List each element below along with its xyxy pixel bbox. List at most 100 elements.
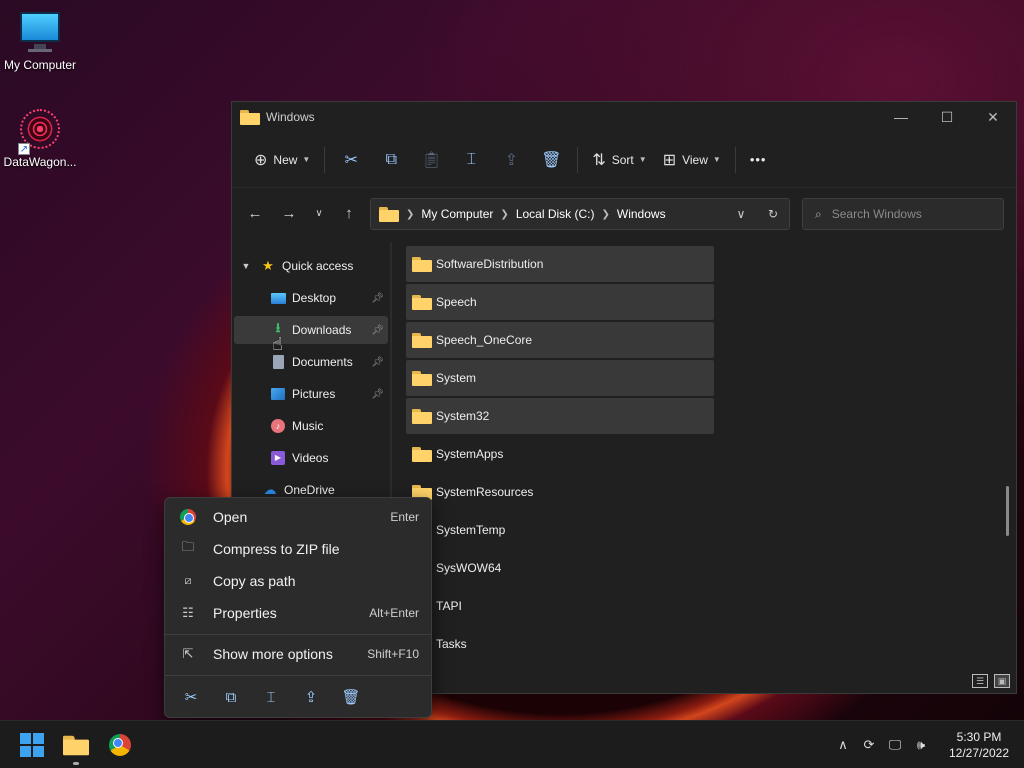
taskbar-file-explorer[interactable] — [60, 729, 92, 761]
details-view-button[interactable]: ☰ — [972, 674, 988, 688]
file-row[interactable]: Tasks — [406, 626, 714, 662]
plus-circle-icon: ⊕ — [254, 151, 268, 169]
menu-item-shortcut: Shift+F10 — [367, 647, 419, 661]
breadcrumb-windows[interactable]: Windows — [617, 207, 666, 221]
context-menu-compress-zip[interactable]: 🗀︎ Compress to ZIP file — [171, 534, 427, 564]
close-button[interactable]: ✕ — [970, 102, 1016, 132]
pin-icon: 📌︎ — [371, 356, 384, 368]
command-bar: ⊕ New ▼ ✂ ⧉ 📋︎ ⌶ ⇪ 🗑︎ ⇅ Sort ▼ ⊞ View ▼ … — [232, 132, 1016, 188]
folder-icon — [412, 446, 432, 462]
cut-button[interactable]: ✂ — [331, 144, 371, 176]
desktop-icon-datawagon[interactable]: ↗ DataWagon... — [0, 107, 80, 169]
file-row[interactable]: Speech_OneCore — [406, 322, 714, 358]
context-rename-button[interactable]: ⌶ — [251, 682, 291, 712]
maximize-button[interactable]: ☐ — [924, 102, 970, 132]
up-button[interactable]: ↑ — [332, 198, 366, 228]
minimize-button[interactable]: — — [878, 102, 924, 132]
sidebar-item-music[interactable]: ♪ Music — [234, 412, 388, 440]
title-bar[interactable]: Windows — ☐ ✕ — [232, 102, 1016, 132]
file-row[interactable]: System32 — [406, 398, 714, 434]
context-menu-copy-path[interactable]: ⧄ Copy as path — [171, 566, 427, 596]
breadcrumb-my-computer[interactable]: My Computer — [421, 207, 493, 221]
chevron-up-icon: ∧ — [838, 737, 848, 752]
clock-date: 12/27/2022 — [948, 746, 1010, 760]
tiles-view-button[interactable]: ▣ — [994, 674, 1010, 688]
file-name: SysWOW64 — [436, 561, 502, 575]
desktop-icon-my-computer[interactable]: My Computer — [0, 10, 80, 72]
menu-item-label: Properties — [213, 605, 277, 621]
share-button[interactable]: ⇪ — [491, 144, 531, 176]
view-button[interactable]: ⊞ View ▼ — [655, 144, 729, 176]
clock[interactable]: 5:30 PM 12/27/2022 — [934, 729, 1024, 761]
menu-separator — [165, 634, 431, 635]
menu-item-shortcut: Alt+Enter — [369, 606, 419, 620]
chevron-down-icon: ▼ — [302, 155, 311, 164]
context-menu-action-bar: ✂ ⧉ ⌶ ⇪ 🗑︎ — [171, 682, 371, 712]
arrow-up-icon: ↑ — [345, 204, 353, 222]
back-button[interactable]: ← — [238, 198, 272, 228]
file-row[interactable]: SystemApps — [406, 436, 714, 472]
file-row[interactable]: SystemResources — [406, 474, 714, 510]
pictures-icon — [270, 386, 286, 402]
volume-icon[interactable]: 🕪︎ — [908, 737, 934, 753]
menu-item-shortcut: Enter — [390, 510, 419, 524]
file-name: System32 — [436, 409, 490, 423]
context-cut-button[interactable]: ✂ — [171, 682, 211, 712]
paste-button[interactable]: 📋︎ — [411, 144, 451, 176]
file-row[interactable]: System — [406, 360, 714, 396]
file-row[interactable]: SysWOW64 — [406, 550, 714, 586]
file-name: SoftwareDistribution — [436, 257, 544, 271]
file-list-scrollbar-thumb[interactable] — [1006, 486, 1009, 536]
address-dropdown-button[interactable]: ∨ — [725, 207, 757, 221]
context-menu-properties[interactable]: ☷ Properties Alt+Enter — [171, 598, 427, 628]
datawagon-shortcut-icon: ↗ — [18, 107, 62, 155]
breadcrumb-local-disk[interactable]: Local Disk (C:) — [516, 207, 595, 221]
window-title: Windows — [266, 110, 315, 124]
sidebar-item-quick-access[interactable]: ▼ ★ Quick access — [238, 252, 392, 280]
file-explorer-icon — [63, 735, 89, 755]
recent-locations-button[interactable]: ∨ — [306, 198, 332, 228]
sidebar-item-desktop[interactable]: Desktop 📌︎ — [234, 284, 388, 312]
folder-icon — [412, 332, 432, 348]
start-button[interactable] — [16, 729, 48, 761]
new-label: New — [273, 152, 298, 167]
sort-button[interactable]: ⇅ Sort ▼ — [584, 144, 654, 176]
sort-label: Sort — [611, 152, 634, 167]
share-icon: ⇪ — [304, 689, 318, 706]
details-view-icon: ☰ — [975, 676, 985, 686]
show-hidden-icons-button[interactable]: ∧ — [830, 737, 856, 753]
file-row[interactable]: TAPI — [406, 588, 714, 624]
sidebar-item-videos[interactable]: ▶ Videos — [234, 444, 388, 472]
address-bar[interactable]: ❯ My Computer ❯ Local Disk (C:) ❯ Window… — [370, 198, 790, 230]
sync-status-icon[interactable]: ⟳ — [856, 737, 882, 753]
refresh-icon: ↻ — [767, 207, 779, 221]
view-label: View — [682, 152, 708, 167]
context-share-button[interactable]: ⇪ — [291, 682, 331, 712]
file-row[interactable]: SoftwareDistribution — [406, 246, 714, 282]
file-list: SoftwareDistribution Speech Speech_OneCore… — [406, 242, 996, 694]
file-row[interactable]: Speech — [406, 284, 714, 320]
running-indicator — [73, 762, 79, 765]
chevron-right-icon: ❯ — [500, 208, 509, 220]
context-delete-button[interactable]: 🗑︎ — [331, 682, 371, 712]
context-copy-button[interactable]: ⧉ — [211, 682, 251, 712]
more-button[interactable]: ••• — [742, 144, 775, 176]
search-input[interactable]: ⌕ Search Windows — [802, 198, 1004, 230]
rename-button[interactable]: ⌶ — [451, 144, 491, 176]
refresh-button[interactable]: ↻ — [757, 207, 789, 221]
delete-button[interactable]: 🗑︎ — [531, 144, 571, 176]
sidebar-item-documents[interactable]: Documents 📌︎ — [234, 348, 388, 376]
forward-button[interactable]: → — [272, 198, 306, 228]
shortcut-arrow-icon: ↗ — [18, 143, 30, 155]
new-button[interactable]: ⊕ New ▼ — [246, 144, 318, 176]
context-menu-open[interactable]: Open Enter — [171, 502, 427, 532]
network-icon[interactable]: 🖵︎ — [882, 737, 908, 753]
context-menu-show-more-options[interactable]: ⇱ Show more options Shift+F10 — [171, 639, 427, 669]
sidebar-item-downloads[interactable]: ⭳ Downloads 📌︎ — [234, 316, 388, 344]
file-name: SystemTemp — [436, 523, 506, 537]
sidebar-item-pictures[interactable]: Pictures 📌︎ — [234, 380, 388, 408]
taskbar-chrome[interactable] — [104, 729, 136, 761]
file-row[interactable]: SystemTemp — [406, 512, 714, 548]
tiles-view-icon: ▣ — [997, 676, 1007, 686]
copy-button[interactable]: ⧉ — [371, 144, 411, 176]
